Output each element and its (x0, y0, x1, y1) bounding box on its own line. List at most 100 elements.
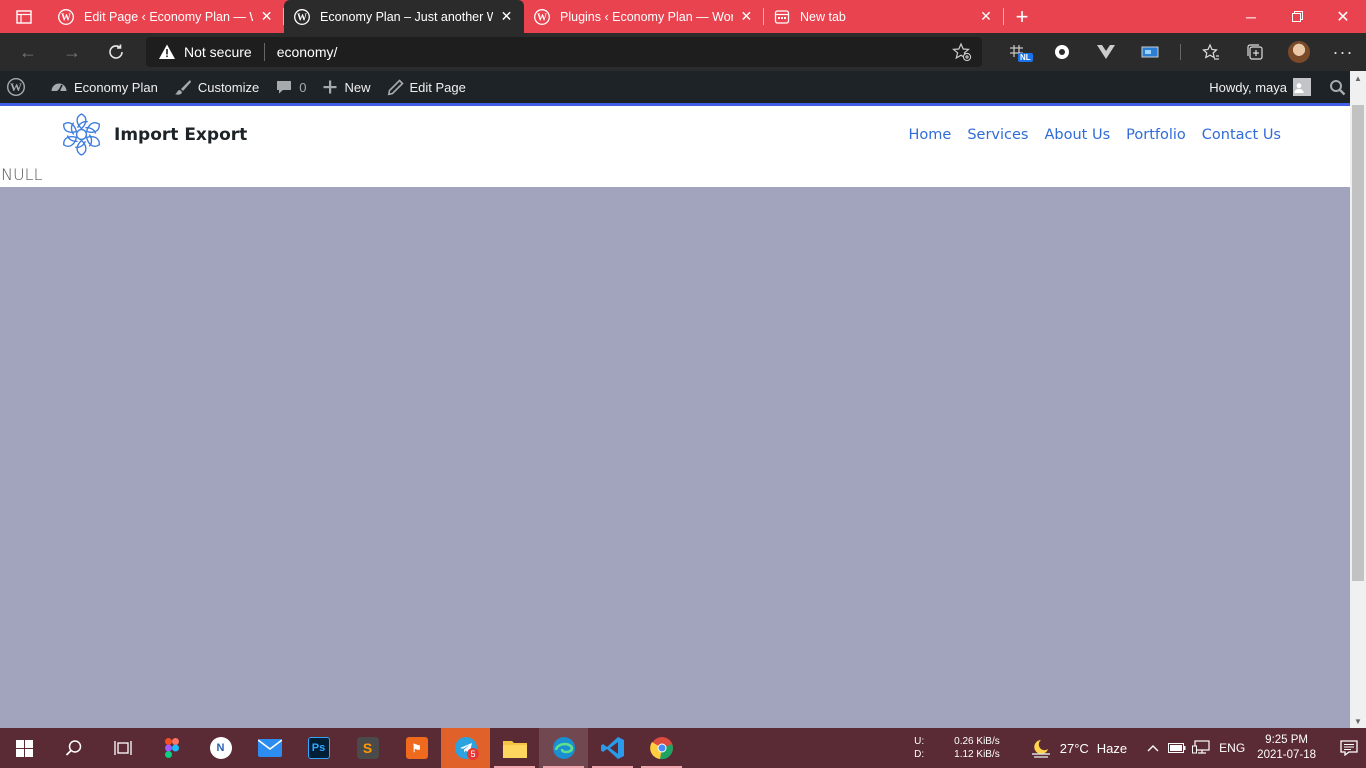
system-tray: 27°C Haze ENG 9:25 PM 2021-07-18 (1030, 728, 1366, 768)
wp-edit-page[interactable]: Edit Page (379, 71, 474, 103)
battery-icon[interactable] (1165, 728, 1189, 768)
extension-nl[interactable]: NL (996, 33, 1040, 71)
taskbar-app-photoshop[interactable]: Ps (294, 728, 343, 768)
nav-link-about-us[interactable]: About Us (1044, 127, 1110, 143)
profile-button[interactable] (1277, 33, 1321, 71)
taskbar-app-notes[interactable]: N (196, 728, 245, 768)
extension-screen[interactable] (1128, 33, 1172, 71)
tab-economy-plan[interactable]: W Economy Plan – Just another Wo ✕ (284, 0, 524, 33)
figma-icon (164, 738, 179, 758)
tab-plugins[interactable]: W Plugins ‹ Economy Plan — Word ✕ (524, 0, 764, 33)
wordpress-favicon-icon: W (58, 8, 74, 25)
wp-my-account[interactable]: Howdy, maya (1201, 71, 1319, 103)
close-window-button[interactable]: ✕ (1320, 0, 1366, 33)
howdy-label: Howdy, maya (1209, 79, 1287, 95)
user-silhouette-icon (1294, 83, 1304, 93)
wp-customize[interactable]: Customize (166, 71, 267, 103)
collections-button[interactable] (1233, 33, 1277, 71)
taskbar-app-sublime[interactable]: S (343, 728, 392, 768)
chrome-icon (649, 737, 673, 760)
omnibox-divider (263, 43, 265, 61)
nav-link-contact-us[interactable]: Contact Us (1202, 127, 1281, 143)
scroll-up-arrow-icon[interactable]: ▲ (1350, 71, 1366, 85)
show-hidden-icons-chevron-icon[interactable] (1141, 728, 1165, 768)
input-language[interactable]: ENG (1219, 741, 1245, 755)
tab-edit-page[interactable]: W Edit Page ‹ Economy Plan — Wo ✕ (48, 0, 284, 33)
profile-avatar (1288, 41, 1310, 63)
taskbar-app-file-explorer[interactable] (490, 728, 539, 768)
favorites-icon (1202, 43, 1219, 60)
forward-button[interactable]: → (50, 33, 94, 71)
brush-icon (174, 80, 191, 95)
taskbar-app-vscode[interactable] (588, 728, 637, 768)
windows-logo-icon (16, 739, 33, 757)
back-arrow-icon: ← (19, 41, 37, 62)
sublime-text-icon: S (356, 737, 379, 759)
taskbar-app-figma[interactable] (147, 728, 196, 768)
download-speed: 1.12 KiB/s (954, 749, 1000, 760)
taskbar-app-chrome[interactable] (637, 728, 686, 768)
network-icon[interactable] (1189, 728, 1213, 768)
url-text[interactable]: economy/ (277, 44, 338, 60)
net-values: 0.26 KiB/s 1.12 KiB/s (954, 735, 1000, 761)
user-avatar (1293, 78, 1311, 96)
browser-toolbar: ← → Not secure economy/ NL ··· (0, 33, 1366, 71)
restore-button[interactable] (1274, 0, 1320, 33)
more-icon: ··· (1332, 41, 1354, 62)
add-favorite-icon[interactable] (952, 42, 972, 62)
address-bar[interactable]: Not secure economy/ (146, 37, 982, 67)
upload-label: U: (914, 736, 925, 747)
nav-link-services[interactable]: Services (967, 127, 1028, 143)
start-button[interactable] (0, 728, 49, 768)
customize-label: Customize (197, 79, 260, 95)
weather-widget[interactable]: 27°C Haze (1030, 738, 1127, 758)
refresh-button[interactable] (94, 33, 138, 71)
wordpress-favicon-icon: W (294, 8, 310, 25)
task-view-button[interactable] (98, 728, 147, 768)
wp-logo-menu[interactable]: W (0, 71, 42, 103)
taskbar-app-telegram[interactable]: 5 (441, 728, 490, 768)
favorites-button[interactable] (1189, 33, 1233, 71)
wp-new-content[interactable]: New (314, 71, 378, 103)
mandala-logo-icon (63, 113, 100, 156)
orange-app-icon: ⚑ (405, 737, 428, 759)
new-tab-button[interactable]: + (1004, 0, 1040, 33)
nav-link-home[interactable]: Home (909, 127, 952, 143)
wp-comments[interactable]: 0 (267, 71, 314, 103)
toolbar-separator (1180, 44, 1181, 60)
taskbar-app-edge[interactable] (539, 728, 588, 768)
scroll-thumb[interactable] (1352, 105, 1364, 581)
minimize-button[interactable]: ─ (1228, 0, 1274, 33)
site-logo[interactable]: Import Export (60, 113, 247, 156)
taskbar-app-mail[interactable] (245, 728, 294, 768)
task-view-icon (113, 741, 132, 755)
nav-link-portfolio[interactable]: Portfolio (1126, 127, 1186, 143)
wp-site-name[interactable]: Economy Plan (42, 71, 166, 103)
tab-new-tab[interactable]: New tab ✕ (764, 0, 1004, 33)
system-clock[interactable]: 9:25 PM 2021-07-18 (1257, 733, 1316, 763)
null-output-strip (0, 163, 1350, 187)
new-label: New (344, 79, 371, 95)
network-speed-meter: U: D: 0.26 KiB/s 1.12 KiB/s (914, 735, 1000, 761)
security-label[interactable]: Not secure (184, 44, 252, 60)
close-tab-icon[interactable]: ✕ (978, 8, 994, 25)
taskbar-app-sourcetree[interactable]: ⚑ (392, 728, 441, 768)
page-scrollbar[interactable]: ▲ ▼ (1350, 71, 1366, 728)
wordpress-favicon-icon: W (534, 8, 550, 25)
svg-text:W: W (537, 12, 547, 23)
action-center-button[interactable] (1332, 728, 1366, 768)
close-tab-icon[interactable]: ✕ (499, 8, 514, 25)
scroll-down-arrow-icon[interactable]: ▼ (1350, 714, 1366, 728)
circle-extension-icon (1055, 45, 1069, 59)
tab-title: New tab (800, 9, 846, 24)
extension-vue[interactable] (1084, 33, 1128, 71)
site-header: Import Export Home Services About Us Por… (0, 106, 1350, 163)
upload-speed: 0.26 KiB/s (954, 736, 1000, 747)
close-tab-icon[interactable]: ✕ (739, 8, 754, 25)
settings-menu-button[interactable]: ··· (1321, 33, 1365, 71)
back-button[interactable]: ← (6, 33, 50, 71)
search-button[interactable] (49, 728, 98, 768)
tab-actions-button[interactable] (0, 0, 48, 33)
extension-circle[interactable] (1040, 33, 1084, 71)
close-tab-icon[interactable]: ✕ (259, 8, 274, 25)
